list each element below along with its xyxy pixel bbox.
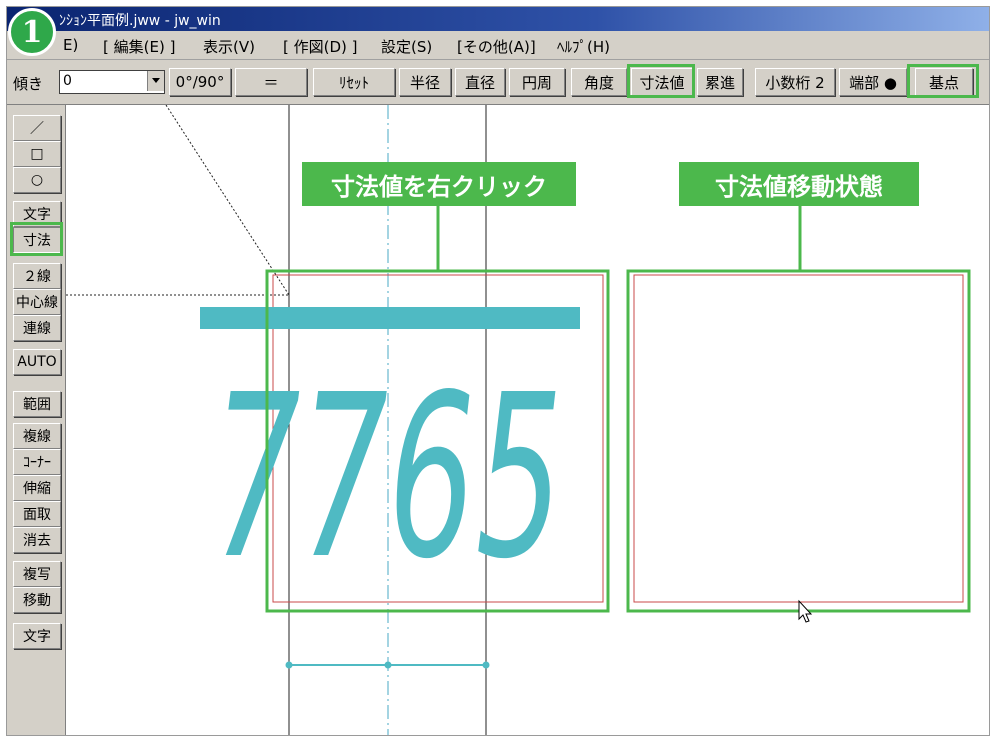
- menu-edit[interactable]: [ 編集(E) ]: [103, 36, 175, 57]
- dimension-value-highlight: [627, 64, 695, 98]
- dotted-guide-diagonal: [165, 105, 290, 296]
- tool-text-2[interactable]: 文字: [13, 623, 61, 649]
- dimension-mid-marker: [384, 661, 392, 669]
- dimension-toolbar: 傾き 0 0°/90° ＝ ﾘｾｯﾄ 半径 直径 円周 角度 寸法値 累進 小数…: [7, 60, 989, 105]
- dimension-bar: [200, 307, 580, 329]
- tool-palette: ／ □ ○ 文字 寸法 ２線 中心線 連線 AUTO 範囲 複線 ｺｰﾅｰ 伸縮…: [7, 105, 66, 735]
- tool-corner[interactable]: ｺｰﾅｰ: [13, 449, 61, 475]
- highlight-box-right: [626, 269, 971, 613]
- end-mark-button[interactable]: 端部 ●: [839, 68, 907, 96]
- tool-line[interactable]: ／: [13, 115, 61, 141]
- tool-range[interactable]: 範囲: [13, 391, 61, 417]
- dropdown-button[interactable]: [147, 71, 164, 91]
- tool-offset[interactable]: 複線: [13, 423, 61, 449]
- menu-help[interactable]: ﾍﾙﾌﾟ(H): [557, 36, 610, 57]
- tool-move[interactable]: 移動: [13, 587, 61, 613]
- tool-center-line[interactable]: 中心線: [13, 289, 61, 315]
- drawing-canvas[interactable]: 7765 寸法値を右クリック 寸法値移動状態: [66, 105, 989, 735]
- menu-bar: E) [ 編集(E) ] 表示(V) [ 作図(D) ] 設定(S) [その他(…: [7, 31, 989, 60]
- tool-copy[interactable]: 複写: [13, 561, 61, 587]
- equal-button[interactable]: ＝: [235, 68, 307, 96]
- room-rect-right: [633, 274, 964, 603]
- angle-0-90-button[interactable]: 0°/90°: [169, 68, 231, 96]
- menu-settings[interactable]: 設定(S): [381, 36, 432, 57]
- tool-chamfer[interactable]: 面取: [13, 501, 61, 527]
- dimension-end-marker-right: [482, 661, 490, 669]
- cumulative-button[interactable]: 累進: [697, 68, 743, 96]
- tool-rectangle[interactable]: □: [13, 141, 61, 167]
- angle-button[interactable]: 角度: [571, 68, 627, 96]
- title-bar: ﾝｼｮﾝ平面例.jww - jw_win: [7, 7, 989, 31]
- tool-circle[interactable]: ○: [13, 167, 61, 193]
- step-number-badge: 1: [8, 8, 56, 56]
- reset-button[interactable]: ﾘｾｯﾄ: [313, 68, 395, 96]
- diameter-button[interactable]: 直径: [455, 68, 505, 96]
- dimension-end-marker-left: [285, 661, 293, 669]
- mouse-cursor-icon: [798, 599, 813, 623]
- base-point-highlight: [907, 64, 979, 98]
- tool-auto[interactable]: AUTO: [13, 349, 61, 375]
- menu-draw[interactable]: [ 作図(D) ]: [283, 36, 358, 57]
- window-title: ﾝｼｮﾝ平面例.jww - jw_win: [59, 13, 221, 29]
- angle-combobox[interactable]: 0: [59, 70, 165, 94]
- jw-win-window: ﾝｼｮﾝ平面例.jww - jw_win E) [ 編集(E) ] 表示(V) …: [6, 6, 990, 736]
- tool-stretch[interactable]: 伸縮: [13, 475, 61, 501]
- chevron-down-icon: [152, 78, 160, 83]
- tool-connect-line[interactable]: 連線: [13, 315, 61, 341]
- callout-right: 寸法値移動状態: [679, 162, 919, 206]
- menu-other[interactable]: [その他(A)]: [457, 36, 536, 57]
- angle-label: 傾き: [13, 75, 44, 93]
- menu-file[interactable]: E): [63, 36, 78, 54]
- tool-erase[interactable]: 消去: [13, 527, 61, 553]
- radius-button[interactable]: 半径: [399, 68, 451, 96]
- tool-dimension-highlight: [10, 222, 63, 256]
- circumference-button[interactable]: 円周: [509, 68, 565, 96]
- angle-value: 0: [63, 73, 72, 89]
- tool-double-line[interactable]: ２線: [13, 263, 61, 289]
- callout-left: 寸法値を右クリック: [302, 162, 576, 206]
- decimal-places-button[interactable]: 小数桁 2: [755, 68, 835, 96]
- menu-view[interactable]: 表示(V): [203, 36, 255, 57]
